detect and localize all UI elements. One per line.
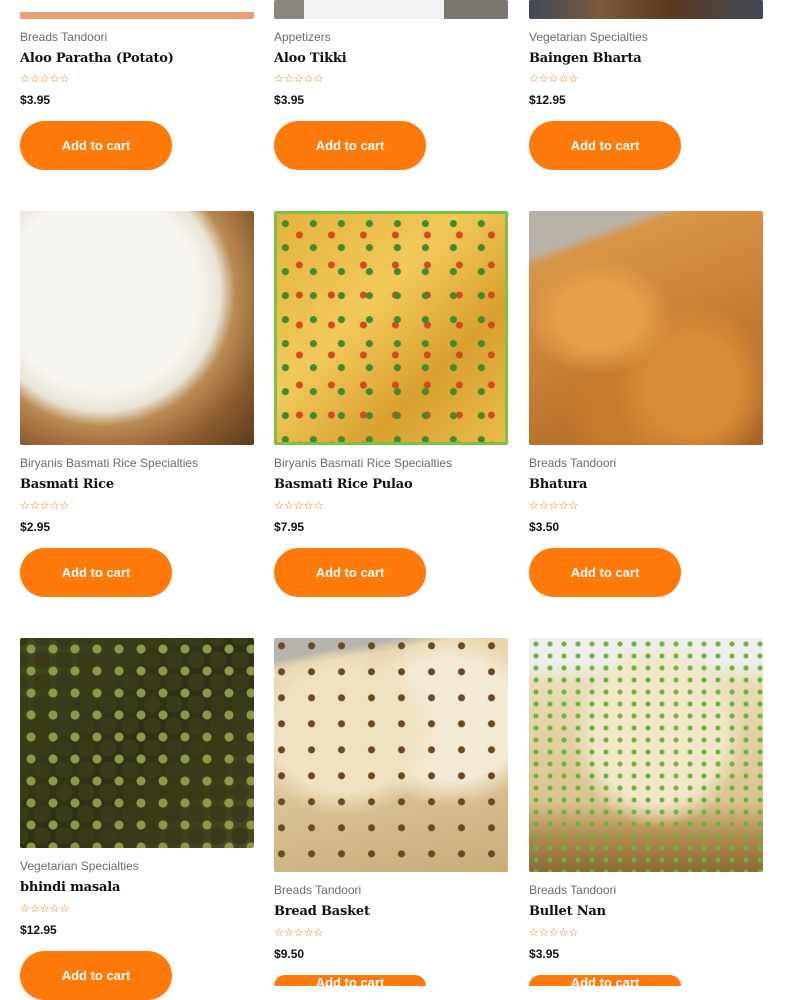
price-value: 7.95: [280, 520, 305, 534]
product-title[interactable]: Basmati Rice Pulao: [274, 477, 413, 492]
product-category[interactable]: Breads Tandoori: [529, 456, 616, 470]
product-image[interactable]: [529, 638, 763, 872]
rating-stars: ☆☆☆☆☆: [529, 926, 579, 939]
price-currency: $: [274, 520, 281, 534]
rating-stars: ☆☆☆☆☆: [529, 72, 579, 85]
add-to-cart-button[interactable]: Add to cart: [529, 121, 681, 170]
add-to-cart-button[interactable]: Add to cart: [529, 975, 681, 990]
product-image[interactable]: [20, 638, 254, 848]
price-currency: $: [274, 947, 281, 961]
add-to-cart-button[interactable]: Add to cart: [274, 121, 426, 170]
rating-stars: ☆☆☆☆☆: [20, 499, 70, 512]
price-value: 3.95: [280, 93, 305, 107]
price-value: 3.50: [535, 520, 560, 534]
rating-stars: ☆☆☆☆☆: [529, 499, 579, 512]
product-image[interactable]: [529, 211, 763, 445]
add-to-cart-button[interactable]: Add to cart: [20, 121, 172, 170]
add-to-cart-button[interactable]: Add to cart: [20, 951, 172, 1000]
price-currency: $: [274, 93, 281, 107]
product-title[interactable]: Bhatura: [529, 477, 587, 492]
add-to-cart-button[interactable]: Add to cart: [274, 548, 426, 597]
product-image[interactable]: [274, 638, 508, 872]
price-currency: $: [20, 923, 27, 937]
rating-stars: ☆☆☆☆☆: [20, 72, 70, 85]
product-price: $3.95: [529, 947, 559, 961]
product-image[interactable]: [274, 211, 508, 445]
rating-stars: ☆☆☆☆☆: [20, 902, 70, 915]
product-image[interactable]: [20, 0, 254, 19]
rating-stars: ☆☆☆☆☆: [274, 926, 324, 939]
add-to-cart-button[interactable]: Add to cart: [274, 975, 426, 990]
product-category[interactable]: Biryanis Basmati Rice Specialties: [274, 456, 452, 470]
price-value: 12.95: [535, 93, 566, 107]
price-currency: $: [529, 520, 536, 534]
product-title[interactable]: Aloo Paratha (Potato): [20, 51, 174, 66]
add-to-cart-button[interactable]: Add to cart: [529, 548, 681, 597]
price-value: 2.95: [26, 520, 51, 534]
product-price: $12.95: [529, 93, 566, 107]
product-image[interactable]: [20, 211, 254, 445]
price-currency: $: [529, 947, 536, 961]
price-currency: $: [20, 93, 27, 107]
price-value: 9.50: [280, 947, 305, 961]
product-category[interactable]: Appetizers: [274, 30, 331, 44]
rating-stars: ☆☆☆☆☆: [274, 72, 324, 85]
product-title[interactable]: Aloo Tikki: [274, 51, 347, 66]
product-category[interactable]: Vegetarian Specialties: [529, 30, 648, 44]
add-to-cart-button[interactable]: Add to cart: [20, 548, 172, 597]
product-price: $9.50: [274, 947, 304, 961]
product-category[interactable]: Biryanis Basmati Rice Specialties: [20, 456, 198, 470]
product-price: $2.95: [20, 520, 50, 534]
product-price: $12.95: [20, 923, 57, 937]
product-title[interactable]: Basmati Rice: [20, 477, 114, 492]
price-currency: $: [20, 520, 27, 534]
product-title[interactable]: Baingen Bharta: [529, 51, 642, 66]
product-image[interactable]: [274, 0, 508, 19]
rating-stars: ☆☆☆☆☆: [274, 499, 324, 512]
price-value: 12.95: [26, 923, 57, 937]
product-title[interactable]: Bread Basket: [274, 904, 370, 919]
product-category[interactable]: Breads Tandoori: [274, 883, 361, 897]
product-title[interactable]: bhindi masala: [20, 880, 120, 895]
product-title[interactable]: Bullet Nan: [529, 904, 606, 919]
product-price: $7.95: [274, 520, 304, 534]
product-category[interactable]: Breads Tandoori: [529, 883, 616, 897]
product-image[interactable]: [529, 0, 763, 19]
product-price: $3.50: [529, 520, 559, 534]
price-value: 3.95: [26, 93, 51, 107]
price-value: 3.95: [535, 947, 560, 961]
product-price: $3.95: [20, 93, 50, 107]
product-category[interactable]: Breads Tandoori: [20, 30, 107, 44]
price-currency: $: [529, 93, 536, 107]
product-price: $3.95: [274, 93, 304, 107]
product-category[interactable]: Vegetarian Specialties: [20, 859, 139, 873]
